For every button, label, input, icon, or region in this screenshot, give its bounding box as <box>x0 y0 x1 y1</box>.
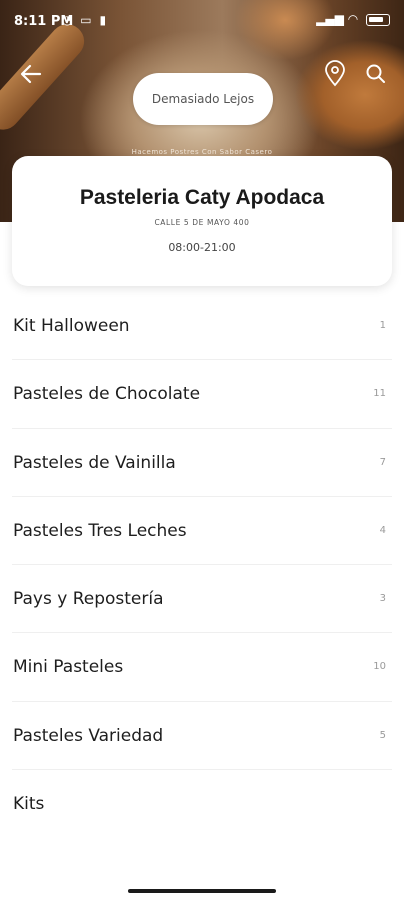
category-name: Pasteles Variedad <box>13 725 164 746</box>
category-name: Mini Pasteles <box>13 657 124 678</box>
arrow-left-icon <box>20 64 42 84</box>
category-item-mini-pasteles[interactable]: Mini Pasteles 10 <box>12 633 392 702</box>
category-item-pasteles-chocolate[interactable]: Pasteles de Chocolate 11 <box>12 360 392 429</box>
category-item-kit-halloween[interactable]: Kit Halloween 1 <box>12 292 392 361</box>
category-count: 10 <box>373 661 386 673</box>
category-item-kits[interactable]: Kits <box>12 770 392 838</box>
category-item-pasteles-variedad[interactable]: Pasteles Variedad 5 <box>12 702 392 771</box>
category-count: 7 <box>379 456 386 468</box>
category-list: Kit Halloween 1 Pasteles de Chocolate 11… <box>0 292 404 838</box>
back-button[interactable] <box>18 60 46 88</box>
signal-icon: ▂▄▆ <box>316 12 344 26</box>
category-count: 11 <box>373 388 386 400</box>
category-count: 4 <box>379 524 386 536</box>
search-icon <box>366 64 385 83</box>
location-button[interactable] <box>322 60 348 88</box>
store-info-card: Pasteleria Caty Apodaca CALLE 5 DE MAYO … <box>12 156 392 286</box>
store-address: CALLE 5 DE MAYO 400 <box>154 218 250 227</box>
category-name: Pasteles Tres Leches <box>13 520 187 541</box>
store-hours: 08:00-21:00 <box>168 241 236 254</box>
wifi-icon: ◠ <box>347 12 359 26</box>
category-count: 3 <box>379 593 386 605</box>
category-count: 5 <box>379 729 386 741</box>
category-name: Kits <box>13 794 45 815</box>
category-item-pasteles-tres-leches[interactable]: Pasteles Tres Leches 4 <box>12 497 392 566</box>
store-slogan: Hacemos Postres Con Sabor Casero <box>131 148 273 156</box>
notification-icons: ◔ ▭ ▮ <box>62 13 109 27</box>
store-name: Pasteleria Caty Apodaca <box>79 186 325 209</box>
category-item-pasteles-vainilla[interactable]: Pasteles de Vainilla 7 <box>12 429 392 497</box>
category-name: Pays y Repostería <box>13 589 164 610</box>
category-name: Pasteles de Vainilla <box>13 452 176 473</box>
category-count: 1 <box>379 320 386 331</box>
category-name: Kit Halloween <box>13 316 130 336</box>
home-indicator[interactable] <box>128 889 276 893</box>
battery-icon <box>366 13 390 26</box>
distance-badge: Demasiado Lejos <box>133 73 273 125</box>
search-button[interactable] <box>363 60 389 88</box>
category-name: Pasteles de Chocolate <box>13 384 201 405</box>
status-right-icons: ▂▄▆ ◠ <box>316 12 390 26</box>
status-bar: 8:11 PM ◔ ▭ ▮ ▂▄▆ ◠ <box>0 0 404 44</box>
category-item-pays-reposteria[interactable]: Pays y Repostería 3 <box>12 565 392 634</box>
map-pin-icon <box>325 60 345 87</box>
